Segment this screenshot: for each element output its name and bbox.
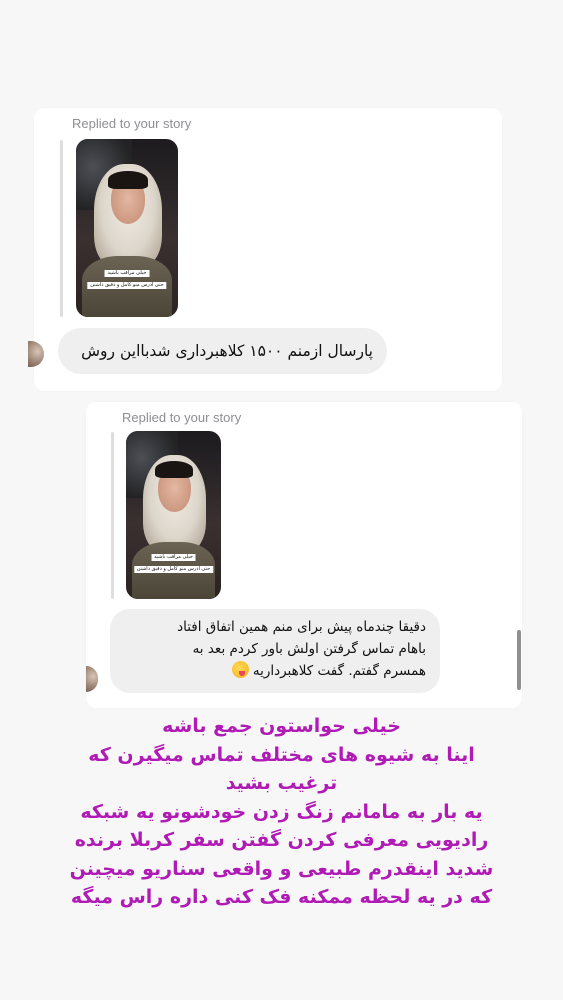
- quote-bar: [60, 140, 63, 317]
- note-line: ترغیب بشید: [225, 772, 338, 794]
- note-line: اینا به شیوه های مختلف تماس میگیرن که: [88, 743, 475, 766]
- note-line: خیلی حواستون جمع باشه: [162, 715, 401, 737]
- story-caption-line1: خیلی مراقب باشید: [151, 554, 196, 561]
- message-line: دقیقا چندماه پیش برای منم همین اتفاق افت…: [177, 619, 426, 635]
- note-line: که در یه لحظه ممکنه فک کنی داره راس میگه: [70, 886, 493, 908]
- message-bubble: دقیقا چندماه پیش برای منم همین اتفاق افت…: [110, 609, 440, 693]
- story-thumbnail[interactable]: خیلی مراقب باشید حتی ادرس منو کامل و دقی…: [126, 431, 221, 599]
- replied-to-story-label: Replied to your story: [72, 116, 192, 131]
- wink-tongue-emoji-icon: [231, 661, 249, 678]
- story-caption-line2: حتی ادرس منو کامل و دقیق داشتن: [133, 566, 214, 573]
- replied-to-story-label: Replied to your story: [122, 410, 242, 425]
- note-line: رادیویی معرفی کردن گفتن سفر کربلا برنده: [74, 829, 489, 851]
- quote-bar: [111, 432, 114, 599]
- message-bubble: پارسال ازمنم ۱۵۰۰ کلاهبرداری شدبااین روش: [58, 328, 387, 374]
- story-thumbnail[interactable]: خیلی مراقب باشید حتی ادرس منو کامل و دقی…: [76, 139, 178, 317]
- message-line-text: همسرم گفتم. گفت کلاهبرداریه: [252, 663, 426, 679]
- scrollbar[interactable]: [517, 630, 521, 690]
- message-line: باهام تماس گرفتن اولش باور کردم بعد به: [192, 641, 426, 657]
- overlay-note: خیلی حواستون جمع باشه اینا به شیوه های م…: [20, 712, 543, 912]
- story-caption-line2: حتی ادرس منو کامل و دقیق داشتن: [87, 282, 167, 289]
- story-caption-line1: خیلی مراقب باشید: [104, 270, 150, 277]
- note-line: شدید اینقدرم طبیعی و واقعی سناریو میچینن: [69, 857, 494, 880]
- note-line: یه بار به مامانم زنگ زدن خودشونو یه شبکه: [80, 800, 483, 823]
- message-line-with-emoji: همسرم گفتم. گفت کلاهبرداریه: [124, 660, 426, 682]
